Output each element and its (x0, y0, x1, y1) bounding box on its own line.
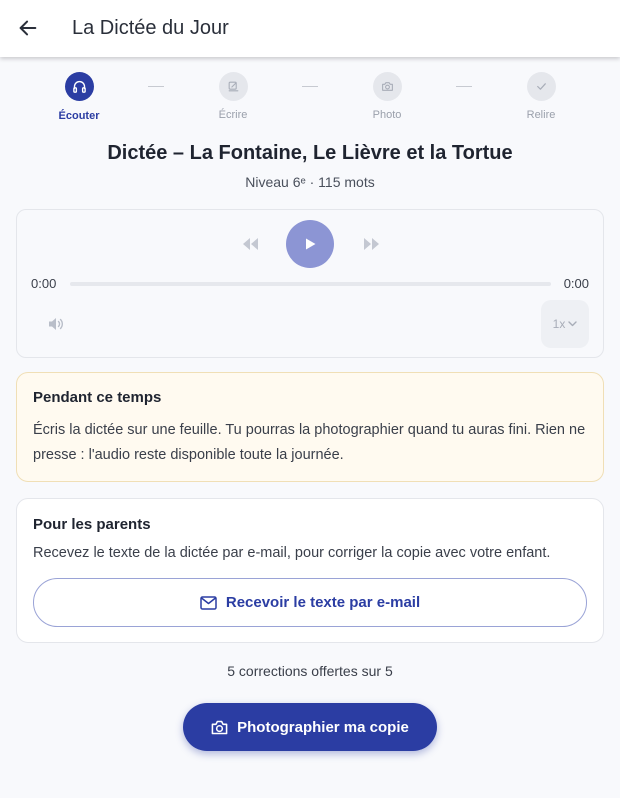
corrections-quota: 5 corrections offertes sur 5 (227, 663, 393, 679)
step-ecouter[interactable]: Écouter (39, 72, 119, 122)
step-photo-label: Photo (372, 109, 402, 121)
step-relire-dot (526, 72, 556, 101)
page-title: La Dictée du Jour (72, 17, 229, 39)
volume-icon (49, 318, 63, 330)
step-ecrire-dot (218, 72, 248, 101)
headphones-icon (72, 80, 86, 93)
step-ecrire-label: Écrire (218, 109, 248, 121)
play-button[interactable] (286, 220, 334, 268)
dictation-title: Dictée – La Fontaine, Le Lièvre et la To… (107, 142, 513, 164)
info-card: Pendant ce temps Écris la dictée sur une… (16, 372, 604, 482)
edit-icon (228, 81, 238, 92)
step-relire-label: Relire (526, 109, 556, 121)
step-divider (456, 86, 472, 87)
camera-icon (381, 82, 393, 91)
audio-player: 0:00 0:00 1x (16, 209, 604, 358)
speed-value: 1x (552, 317, 566, 331)
app-bar: La Dictée du Jour (0, 0, 620, 57)
current-time: 0:00 (31, 276, 57, 291)
speed-select[interactable]: 1x (541, 300, 589, 348)
rewind-icon (243, 238, 258, 250)
parents-card: Pour les parents Recevez le texte de la … (16, 498, 604, 643)
play-icon (306, 238, 316, 250)
step-ecrire[interactable]: Écrire (193, 72, 273, 121)
step-divider (148, 86, 164, 87)
step-divider (302, 86, 318, 87)
mail-icon (200, 595, 217, 610)
send-email-button-label: Recevoir le texte par e-mail (225, 594, 421, 611)
info-card-body: Écris la dictée sur une feuille. Tu pour… (33, 422, 586, 463)
rewind-button[interactable] (239, 234, 263, 254)
fast-forward-icon (364, 238, 379, 250)
photograph-copy-button-label: Photographier ma copie (237, 718, 409, 736)
step-photo-dot (372, 72, 402, 101)
parents-card-body: Recevez le texte de la dictée par e-mail… (33, 545, 551, 561)
step-photo[interactable]: Photo (347, 72, 427, 121)
send-email-button[interactable]: Recevoir le texte par e-mail (33, 578, 587, 627)
photograph-copy-button[interactable]: Photographier ma copie (183, 703, 437, 751)
parents-card-title: Pour les parents (33, 516, 151, 533)
volume-button[interactable] (47, 316, 65, 332)
progress-stepper: Écouter Écrire Photo Relire (0, 72, 620, 128)
camera-icon (211, 720, 228, 734)
check-icon (536, 83, 546, 90)
dictation-subtitle: Niveau 6ᵉ · 115 mots (245, 174, 375, 190)
duration: 0:00 (563, 276, 589, 291)
info-card-title: Pendant ce temps (33, 389, 162, 406)
progress-slider[interactable] (70, 282, 551, 286)
back-button[interactable] (14, 14, 42, 42)
fast-forward-button[interactable] (359, 234, 383, 254)
step-ecouter-dot (64, 72, 94, 101)
step-relire[interactable]: Relire (501, 72, 581, 121)
arrow-left-icon (19, 20, 37, 36)
chevron-down-icon (568, 321, 578, 327)
step-ecouter-label: Écouter (58, 110, 100, 122)
